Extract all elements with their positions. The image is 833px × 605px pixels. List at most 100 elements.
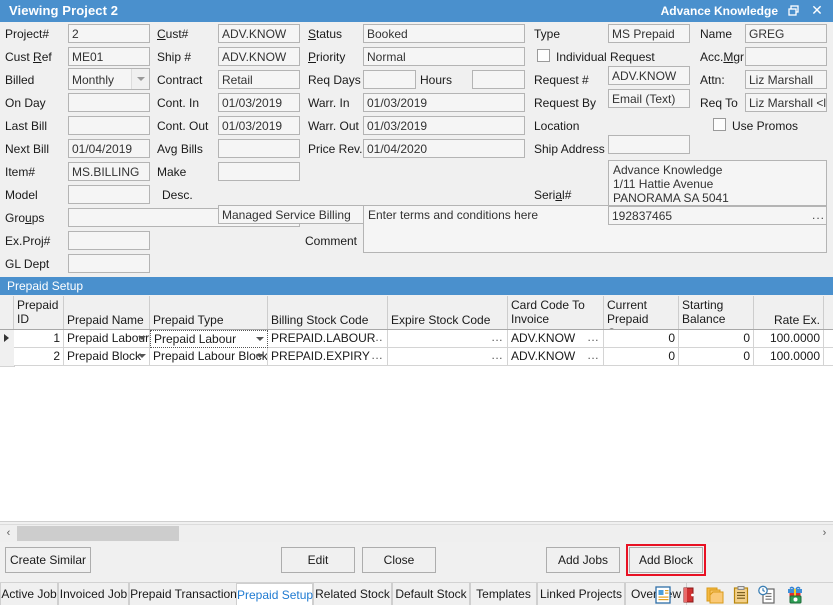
restore-icon[interactable]: [787, 4, 801, 18]
tab-invoiced-job[interactable]: Invoiced Job: [58, 583, 129, 605]
cell-starting-balance[interactable]: 0: [679, 348, 754, 366]
project-number-input[interactable]: 2: [68, 24, 150, 43]
cell-billing-stock-code[interactable]: PREPAID.LABOUR...: [268, 330, 388, 348]
cust-ref-input[interactable]: ME01: [68, 47, 150, 66]
tab-prepaid-setup[interactable]: Prepaid Setup: [236, 583, 313, 605]
cell-card-code-to-invoice[interactable]: ADV.KNOW...: [508, 348, 604, 366]
document-details-icon[interactable]: [652, 585, 674, 605]
make-input[interactable]: [218, 162, 300, 181]
cell-browse-button[interactable]: ...: [587, 330, 599, 345]
chevron-down-icon[interactable]: [138, 354, 146, 358]
model-input[interactable]: [68, 185, 150, 204]
on-day-input[interactable]: [68, 93, 150, 112]
hours-input[interactable]: [472, 70, 525, 89]
copy-pages-icon[interactable]: [704, 585, 726, 605]
tab-linked-projects[interactable]: Linked Projects: [537, 583, 625, 605]
chevron-down-icon[interactable]: [256, 337, 264, 341]
cell-prepaid-id[interactable]: 2: [14, 348, 64, 366]
contract-input[interactable]: Retail: [218, 70, 300, 89]
grid-col-prepaid-name[interactable]: Prepaid Name: [64, 296, 150, 329]
cell-starting-balance[interactable]: 0: [679, 330, 754, 348]
cell-card-code-to-invoice[interactable]: ADV.KNOW...: [508, 330, 604, 348]
row-selector[interactable]: [0, 330, 15, 349]
ex-proj-input[interactable]: [68, 231, 150, 250]
status-input[interactable]: Booked: [363, 24, 525, 43]
item-number-input[interactable]: MS.BILLING: [68, 162, 150, 181]
cell-rate-ex[interactable]: 100.0000: [754, 348, 824, 366]
chevron-down-icon[interactable]: [256, 354, 264, 358]
last-bill-input[interactable]: [68, 116, 150, 135]
grid-col-prepaid-type[interactable]: Prepaid Type: [150, 296, 268, 329]
table-row[interactable]: 1 Prepaid Labour Prepaid Labour PREPAID.…: [0, 330, 833, 349]
grid-col-starting-balance[interactable]: Starting Balance: [679, 296, 754, 329]
cell-expire-stock-code[interactable]: ...: [388, 348, 508, 366]
request-number-input[interactable]: ADV.KNOW: [608, 66, 690, 85]
warr-in-input[interactable]: 01/03/2019: [363, 93, 525, 112]
create-similar-button[interactable]: Create Similar: [5, 547, 91, 573]
cell-billing-stock-code[interactable]: PREPAID.EXPIRY...: [268, 348, 388, 366]
cell-prepaid-type[interactable]: Prepaid Labour Block: [150, 348, 268, 366]
req-days-input[interactable]: [363, 70, 416, 89]
price-rev-input[interactable]: 01/04/2020: [363, 139, 525, 158]
grid-col-prepaid-id[interactable]: Prepaid ID: [14, 296, 64, 329]
table-row[interactable]: 2 Prepaid Block Prepaid Labour Block PRE…: [0, 348, 833, 367]
next-bill-input[interactable]: 01/04/2019: [68, 139, 150, 158]
ship-address-input[interactable]: Advance Knowledge 1/11 Hattie Avenue PAN…: [608, 160, 827, 206]
cell-browse-button[interactable]: ...: [371, 348, 383, 363]
cell-prepaid-type[interactable]: Prepaid Labour: [150, 330, 268, 348]
scroll-right-icon[interactable]: ›: [816, 525, 833, 542]
cell-expire-stock-code[interactable]: ...: [388, 330, 508, 348]
cell-current-prepaid-count[interactable]: 0: [604, 348, 679, 366]
acc-mgr-input[interactable]: [745, 47, 827, 66]
serial-input[interactable]: 192837465: [608, 206, 827, 225]
cell-browse-button[interactable]: ...: [371, 330, 383, 345]
cell-browse-button[interactable]: ...: [587, 348, 599, 363]
cell-prepaid-id[interactable]: 1: [14, 330, 64, 348]
chevron-down-icon[interactable]: [138, 336, 146, 340]
close-icon[interactable]: ✕: [809, 2, 825, 20]
tab-templates[interactable]: Templates: [470, 583, 537, 605]
priority-input[interactable]: Normal: [363, 47, 525, 66]
cell-rate-ex[interactable]: 100.0000: [754, 330, 824, 348]
use-promos-checkbox[interactable]: [713, 118, 726, 131]
type-input[interactable]: MS Prepaid: [608, 24, 690, 43]
chevron-down-icon[interactable]: [131, 69, 149, 89]
billed-select[interactable]: Monthly: [68, 68, 150, 90]
grid-col-current-prepaid-count[interactable]: Current Prepaid Count: [604, 296, 679, 329]
cust-number-input[interactable]: ADV.KNOW: [218, 24, 300, 43]
cell-browse-button[interactable]: ...: [491, 330, 503, 345]
cont-in-input[interactable]: 01/03/2019: [218, 93, 300, 112]
gift-money-icon[interactable]: [784, 585, 806, 605]
scroll-left-icon[interactable]: ‹: [0, 525, 17, 542]
tab-active-job[interactable]: Active Job: [0, 583, 58, 605]
scrollbar-thumb[interactable]: [17, 526, 179, 541]
req-to-input[interactable]: Liz Marshall <liz@: [745, 93, 827, 112]
add-jobs-button[interactable]: Add Jobs: [546, 547, 620, 573]
grid-col-card-code-to-invoice[interactable]: Card Code To Invoice: [508, 296, 604, 329]
cell-browse-button[interactable]: ...: [491, 348, 503, 363]
attn-input[interactable]: Liz Marshall: [745, 70, 827, 89]
avg-bills-input[interactable]: [218, 139, 300, 158]
tab-prepaid-transactions[interactable]: Prepaid Transactions: [129, 583, 244, 605]
serial-browse-button[interactable]: ...: [812, 208, 825, 222]
horizontal-scrollbar[interactable]: ‹ ›: [0, 524, 833, 542]
warr-out-input[interactable]: 01/03/2019: [363, 116, 525, 135]
edit-button[interactable]: Edit: [281, 547, 355, 573]
cell-prepaid-name[interactable]: Prepaid Block: [64, 348, 150, 366]
red-folder-icon[interactable]: [678, 585, 700, 605]
clipboard-icon[interactable]: [730, 585, 752, 605]
ship-number-input[interactable]: ADV.KNOW: [218, 47, 300, 66]
gl-dept-input[interactable]: [68, 254, 150, 273]
grid-col-rate-ex[interactable]: Rate Ex.: [754, 296, 824, 329]
cell-current-prepaid-count[interactable]: 0: [604, 330, 679, 348]
cont-out-input[interactable]: 01/03/2019: [218, 116, 300, 135]
grid-col-expire-stock-code[interactable]: Expire Stock Code: [388, 296, 508, 329]
row-selector[interactable]: [0, 348, 15, 367]
location-input[interactable]: [608, 135, 690, 154]
close-button[interactable]: Close: [362, 547, 436, 573]
grid-col-billing-stock-code[interactable]: Billing Stock Code: [268, 296, 388, 329]
cell-prepaid-name[interactable]: Prepaid Labour: [64, 330, 150, 348]
clipboard-clock-icon[interactable]: [756, 585, 778, 605]
tab-related-stock[interactable]: Related Stock: [313, 583, 392, 605]
individual-request-checkbox[interactable]: [537, 49, 550, 62]
